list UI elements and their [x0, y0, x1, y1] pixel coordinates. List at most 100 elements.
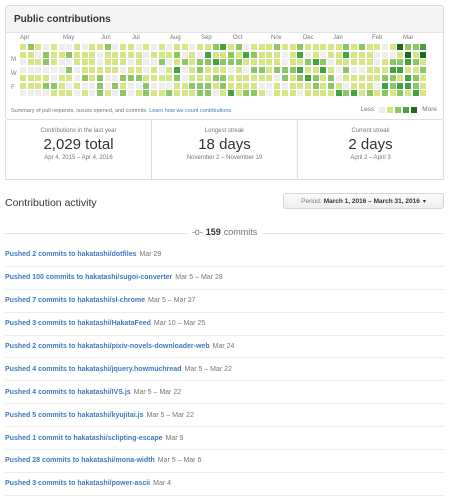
calendar-day: [143, 59, 150, 66]
month-label-jan: Jan: [333, 35, 343, 41]
calendar-day: [81, 59, 88, 66]
calendar-day: [135, 44, 142, 50]
calendar-day: [220, 44, 227, 50]
caret-down-icon: ▾: [422, 198, 426, 205]
calendar-day: [158, 59, 165, 66]
calendar-day: [81, 44, 88, 50]
calendar-day: [312, 67, 319, 74]
calendar-day: [81, 90, 88, 97]
activity-date: Mar 5 – Mar 28: [175, 274, 223, 282]
calendar-day: [143, 74, 150, 81]
calendar-day: [197, 74, 204, 81]
calendar-day: [20, 90, 26, 97]
stat-current-streak: Current streak 2 days April 2 – April 3: [297, 120, 443, 179]
calendar-day: [89, 51, 96, 58]
activity-title: Contribution activity: [5, 197, 97, 209]
calendar-day: [274, 90, 281, 97]
learn-how-link[interactable]: Learn how we count contributions.: [149, 108, 232, 114]
activity-link[interactable]: Pushed 3 commits to hakatashi/power-asci…: [5, 480, 150, 487]
calendar-day: [50, 44, 57, 50]
calendar-day: [174, 74, 180, 81]
activity-link[interactable]: Pushed 5 commits to hakatashi/kyujitai.j…: [5, 412, 144, 419]
stat-total-range: Apr 4, 2015 – Apr 4, 2016: [44, 155, 113, 161]
calendar-day: [343, 90, 350, 97]
activity-link[interactable]: Pushed 28 commits to hakatashi/mona-widt…: [5, 457, 155, 464]
calendar-day: [358, 51, 365, 58]
calendar-day: [297, 74, 304, 81]
graph-summary: Summary of pull requests, issues opened,…: [11, 108, 233, 114]
stat-current-label: Current streak: [351, 128, 390, 134]
activity-date: Mar 5 – Mar 22: [184, 365, 232, 373]
calendar-day: [220, 74, 227, 81]
calendar-day: [297, 82, 304, 89]
activity-link[interactable]: Pushed 2 commits to hakatashi/dotfiles: [5, 251, 136, 258]
calendar-day: [135, 59, 142, 66]
activity-link[interactable]: Pushed 3 commits to hakatashi/HakataFeed: [5, 320, 151, 327]
calendar-day: [81, 67, 88, 74]
calendar-day: [351, 51, 358, 58]
calendar-day: [227, 82, 234, 89]
calendar-day: [73, 74, 80, 81]
calendar-day: [73, 82, 80, 89]
calendar-day: [251, 67, 257, 74]
calendar-day: [251, 44, 257, 50]
calendar-day: [281, 59, 288, 66]
calendar-day: [420, 82, 427, 89]
calendar-day: [127, 67, 134, 74]
calendar-day: [189, 67, 196, 74]
calendar-day: [343, 74, 350, 81]
calendar-day: [104, 51, 111, 58]
calendar-day: [73, 59, 80, 66]
activity-link[interactable]: Pushed 4 commits to hakatashi/jquery.how…: [5, 366, 181, 373]
stat-longest-range: November 2 – November 19: [186, 155, 263, 161]
activity-link[interactable]: Pushed 1 commit to hakatashi/sclipting-e…: [5, 435, 163, 442]
calendar-day: [389, 51, 396, 58]
calendar-day: [127, 44, 134, 50]
calendar-day: [89, 82, 96, 89]
calendar-day: [181, 82, 188, 89]
calendar-day: [258, 74, 265, 81]
calendar-day: [243, 44, 250, 50]
activity-date: Mar 5 – Mar 22: [146, 411, 194, 419]
calendar-day: [274, 67, 281, 74]
calendar-day: [251, 74, 257, 81]
calendar-day: [150, 67, 157, 74]
calendar-day: [343, 82, 350, 89]
calendar-day: [358, 90, 365, 97]
calendar-day: [43, 59, 50, 66]
calendar-day: [412, 59, 419, 66]
calendar-day: [320, 51, 327, 58]
calendar-day: [73, 51, 80, 58]
calendar-day: [274, 59, 281, 66]
calendar-day: [189, 51, 196, 58]
calendar-day: [35, 59, 42, 66]
calendar-day: [150, 51, 157, 58]
activity-item: Pushed 28 commits to hakatashi/mona-widt…: [5, 450, 444, 473]
activity-item: Pushed 100 commits to hakatashi/sugoi-co…: [5, 267, 444, 290]
calendar-day: [112, 44, 119, 50]
calendar-day: [43, 67, 50, 74]
calendar-day: [89, 59, 96, 66]
calendar-day: [50, 74, 57, 81]
calendar-day: [227, 44, 234, 50]
calendar-day: [50, 90, 57, 97]
calendar-day: [358, 59, 365, 66]
calendar-day: [366, 44, 373, 50]
calendar-day: [335, 59, 342, 66]
calendar-day: [204, 82, 211, 89]
calendar-day: [243, 59, 250, 66]
activity-link[interactable]: Pushed 4 commits to hakatashi/IVS.js: [5, 389, 131, 396]
calendar-day: [328, 44, 334, 50]
activity-link[interactable]: Pushed 2 commits to hakatashi/pixiv-nove…: [5, 343, 210, 350]
month-label-jul: Jul: [132, 35, 140, 41]
calendar-day: [297, 90, 304, 97]
calendar-day: [328, 82, 334, 89]
period-select-button[interactable]: Period: March 1, 2016 – March 31, 2016 ▾: [283, 193, 444, 209]
calendar-day: [212, 67, 219, 74]
activity-item: Pushed 7 commits to hakatashi/sl-chrome …: [5, 290, 444, 313]
activity-link[interactable]: Pushed 7 commits to hakatashi/sl-chrome: [5, 297, 145, 304]
activity-link[interactable]: Pushed 100 commits to hakatashi/sugoi-co…: [5, 274, 172, 281]
calendar-day: [405, 51, 411, 58]
calendar-day: [389, 59, 396, 66]
calendar-day: [289, 74, 296, 81]
